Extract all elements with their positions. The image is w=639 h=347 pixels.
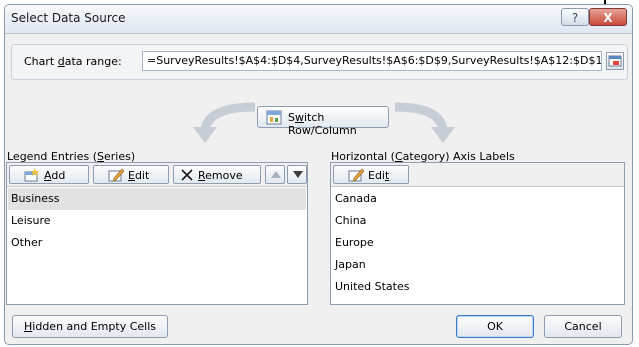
close-icon: X <box>603 11 613 25</box>
move-down-button[interactable] <box>287 165 307 184</box>
legend-toolbar: Add Edit Remove <box>7 163 307 187</box>
switch-row-column-label: Switch Row/Column <box>288 111 357 137</box>
axis-label-item[interactable]: United States <box>332 276 623 298</box>
add-label: Add <box>44 169 66 182</box>
axis-label-item[interactable]: Canada <box>332 188 623 210</box>
legend-entries-panel: Add Edit Remove Business Leisure Other <box>6 162 308 305</box>
hidden-empty-cells-label: Hidden and Empty Cells <box>24 320 156 333</box>
right-arrowhead <box>431 127 455 143</box>
dialog-title: Select Data Source <box>11 11 126 25</box>
help-button[interactable]: ? <box>561 8 589 26</box>
axis-label-item[interactable]: Japan <box>332 254 623 276</box>
switch-row-column-button[interactable]: Switch Row/Column <box>257 106 389 137</box>
switch-row-column-icon <box>266 110 282 125</box>
range-select-icon <box>608 55 622 67</box>
close-button[interactable]: X <box>589 8 627 26</box>
remove-icon <box>181 169 193 181</box>
remove-label: Remove <box>198 169 243 182</box>
chart-data-range-input[interactable]: =SurveyResults!$A$4:$D$4,SurveyResults!$… <box>142 51 602 71</box>
remove-series-button[interactable]: Remove <box>173 165 261 184</box>
axis-label-item[interactable]: Europe <box>332 232 623 254</box>
add-series-button[interactable]: Add <box>9 165 89 184</box>
chart-data-range-label: Chart data range: <box>24 55 122 68</box>
edit-series-button[interactable]: Edit <box>93 165 169 184</box>
cancel-button[interactable]: Cancel <box>544 315 622 338</box>
legend-series-item[interactable]: Leisure <box>8 210 306 232</box>
legend-series-item[interactable]: Business <box>8 188 306 210</box>
axis-toolbar: Edit <box>331 163 624 187</box>
add-icon <box>24 168 39 182</box>
collapse-dialog-button[interactable] <box>606 52 624 70</box>
ok-button[interactable]: OK <box>456 315 534 338</box>
edit-axis-label: Edit <box>368 169 390 182</box>
edit-icon <box>348 168 364 182</box>
legend-series-item[interactable]: Other <box>8 232 306 254</box>
move-up-button[interactable] <box>265 165 285 184</box>
edit-label: Edit <box>128 169 150 182</box>
hidden-empty-cells-button[interactable]: Hidden and Empty Cells <box>12 315 168 338</box>
axis-labels-panel: Edit Canada China Europe Japan United St… <box>330 162 625 305</box>
axis-label-item[interactable]: China <box>332 210 623 232</box>
help-icon: ? <box>571 11 579 25</box>
select-data-source-dialog: Select Data Source ? X Chart data range:… <box>4 4 633 345</box>
chart-data-range-group: Chart data range: =SurveyResults!$A$4:$D… <box>11 44 628 80</box>
edit-icon <box>108 168 124 182</box>
left-arrowhead <box>193 127 217 143</box>
edit-axis-labels-button[interactable]: Edit <box>333 165 409 184</box>
move-up-icon <box>271 171 281 178</box>
title-bar: Select Data Source ? X <box>5 5 632 34</box>
move-down-icon <box>293 171 303 178</box>
